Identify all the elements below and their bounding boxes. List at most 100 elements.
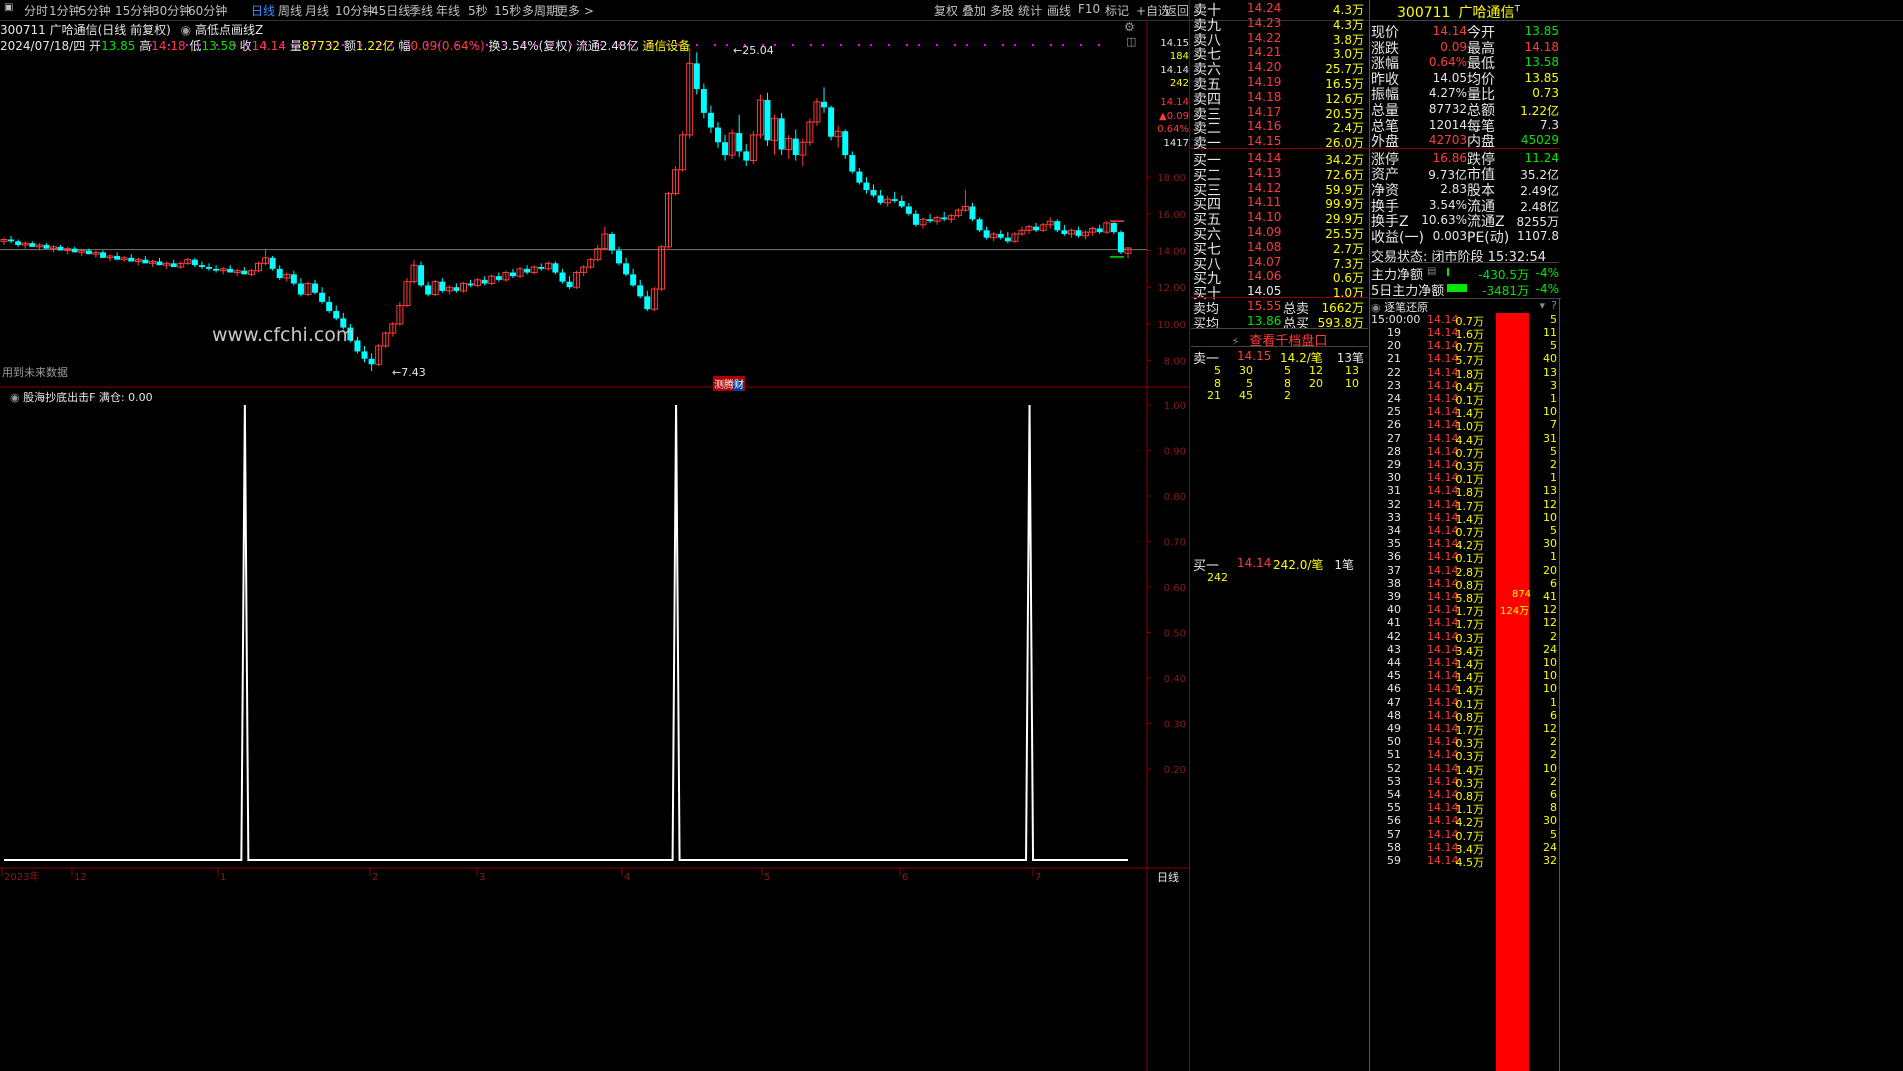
signal-dot xyxy=(504,44,506,46)
tick-row: 33 14.14 1.4万 10 xyxy=(1369,510,1559,526)
candle xyxy=(354,336,361,354)
tick-count: 3 xyxy=(1550,378,1557,392)
candle xyxy=(594,244,602,262)
kline-chart[interactable]: 18.00 16.00 14.00 12.00 10.00 8.00 14.15 184 14.… xyxy=(0,0,1190,1071)
info-icon[interactable]: ▤ xyxy=(1427,266,1436,277)
candle xyxy=(368,353,375,372)
tick-count: 12 xyxy=(1543,616,1557,630)
candle xyxy=(912,210,919,227)
tick-price: 14.14 xyxy=(1427,418,1459,432)
event-badge[interactable]: 测腾财 xyxy=(713,376,745,391)
signal-dot xyxy=(474,44,476,46)
candle xyxy=(106,254,114,262)
buy-level-price: 14.11 xyxy=(1247,195,1282,210)
quote-value: 14.18 xyxy=(1524,39,1559,54)
signal-dot xyxy=(234,44,236,46)
candle xyxy=(276,265,283,280)
tick-seq: 19 xyxy=(1387,326,1401,339)
tick-volume: 4.5万 xyxy=(1455,856,1485,869)
tick-row: 24 14.14 0.1万 1 xyxy=(1369,392,1559,407)
x-axis-label: 2 xyxy=(372,872,378,883)
candle xyxy=(516,267,524,279)
candle xyxy=(247,268,255,277)
tick-seq: 50 xyxy=(1387,735,1401,749)
y-tick-label: 10.00 xyxy=(1157,320,1186,331)
thousand-levels-button[interactable]: ⚡ 查看千档盘口 xyxy=(1191,330,1368,349)
tick-list-header: ◉ 逐笔还原 ▾? xyxy=(1371,299,1559,314)
sub-indicator-title[interactable]: ◉ 股海抄底出击F 满仓: 0.00 xyxy=(10,389,153,405)
ask1-order-size: 21 xyxy=(1207,389,1221,402)
signal-dot xyxy=(870,44,872,46)
indicator-line xyxy=(4,404,1128,861)
signal-dot xyxy=(630,44,632,46)
ask1-order-size: 20 xyxy=(1309,376,1323,390)
tick-row: 45 14.14 1.4万 10 xyxy=(1369,669,1559,684)
signal-dot xyxy=(918,44,920,46)
quote-value: 7.3 xyxy=(1539,117,1559,132)
signal-dot xyxy=(858,44,860,46)
tick-count: 10 xyxy=(1543,656,1557,669)
tick-price: 14.14 xyxy=(1427,458,1459,471)
tick-count: 5 xyxy=(1550,827,1557,841)
signal-dot xyxy=(282,44,284,46)
main5-net-value: -3481万 xyxy=(1482,284,1529,298)
candle xyxy=(1075,226,1082,238)
period-label[interactable]: 日线 xyxy=(1157,869,1179,885)
tick-row: 54 14.14 0.8万 6 xyxy=(1369,788,1559,803)
sell-level-price: 14.23 xyxy=(1247,15,1282,30)
tick-price: 14.14 xyxy=(1427,313,1459,326)
sell-level-price: 14.17 xyxy=(1247,104,1282,119)
buy-level-price: 14.08 xyxy=(1247,239,1282,254)
quote-value: 87732 xyxy=(1428,102,1467,116)
tick-seq: 20 xyxy=(1387,339,1401,353)
candle xyxy=(898,195,905,209)
tick-count: 12 xyxy=(1543,497,1557,511)
signal-dot xyxy=(168,44,170,46)
candle xyxy=(990,232,998,242)
tick-seq: 33 xyxy=(1387,510,1401,524)
signal-dot xyxy=(906,44,908,46)
tick-seq: 59 xyxy=(1387,854,1401,867)
candle xyxy=(969,202,976,222)
candle xyxy=(941,211,948,222)
mini-axis-label: 14.14 xyxy=(1160,97,1189,108)
ask1-order-size: 2 xyxy=(1284,389,1291,402)
signal-dot xyxy=(312,44,314,46)
candle xyxy=(0,237,8,245)
tick-count: 10 xyxy=(1543,669,1557,683)
x-axis-label: 7 xyxy=(1035,872,1041,883)
tick-row-first: 15:00:00 14.14 0.7万 5 xyxy=(1369,313,1559,328)
event-badge-text: 测腾 xyxy=(714,380,734,391)
candle xyxy=(834,125,842,148)
candle xyxy=(1103,221,1111,234)
tick-price: 14.14 xyxy=(1427,576,1459,590)
low-mark-label: ←7.43 xyxy=(392,366,426,379)
tick-price: 14.14 xyxy=(1427,682,1459,696)
buy-level-price: 14.07 xyxy=(1247,254,1282,269)
tick-row: 29 14.14 0.3万 2 xyxy=(1369,458,1559,473)
candle xyxy=(566,276,573,290)
candle xyxy=(1004,232,1011,244)
buy-level-price: 14.12 xyxy=(1247,180,1282,195)
signal-dot xyxy=(600,44,602,46)
ask1-price: 14.15 xyxy=(1237,349,1272,363)
sub-y-tick-label: 0.50 xyxy=(1164,629,1186,640)
signal-dot xyxy=(552,44,554,46)
sub-indicator-dot-icon[interactable]: ◉ xyxy=(10,391,20,404)
tick-help-icon[interactable]: ? xyxy=(1551,299,1557,312)
tick-price: 14.14 xyxy=(1427,722,1459,735)
signal-dot xyxy=(1014,44,1016,46)
tick-count: 20 xyxy=(1543,563,1557,577)
tick-seq: 57 xyxy=(1387,827,1401,841)
candle xyxy=(863,177,870,194)
candle xyxy=(156,257,163,266)
quote-value: 2.83 xyxy=(1440,182,1467,196)
tick-panel-arrow-icon[interactable]: ▾ xyxy=(1539,299,1545,312)
candle xyxy=(184,257,192,266)
quote-value: 1107.8 xyxy=(1517,228,1559,243)
tick-price: 14.14 xyxy=(1427,524,1459,537)
sell-level-row[interactable]: 卖一 14.15 26.0万 xyxy=(1191,133,1366,152)
tick-count: 1 xyxy=(1550,392,1557,405)
candle xyxy=(431,279,439,297)
candle xyxy=(142,256,149,264)
